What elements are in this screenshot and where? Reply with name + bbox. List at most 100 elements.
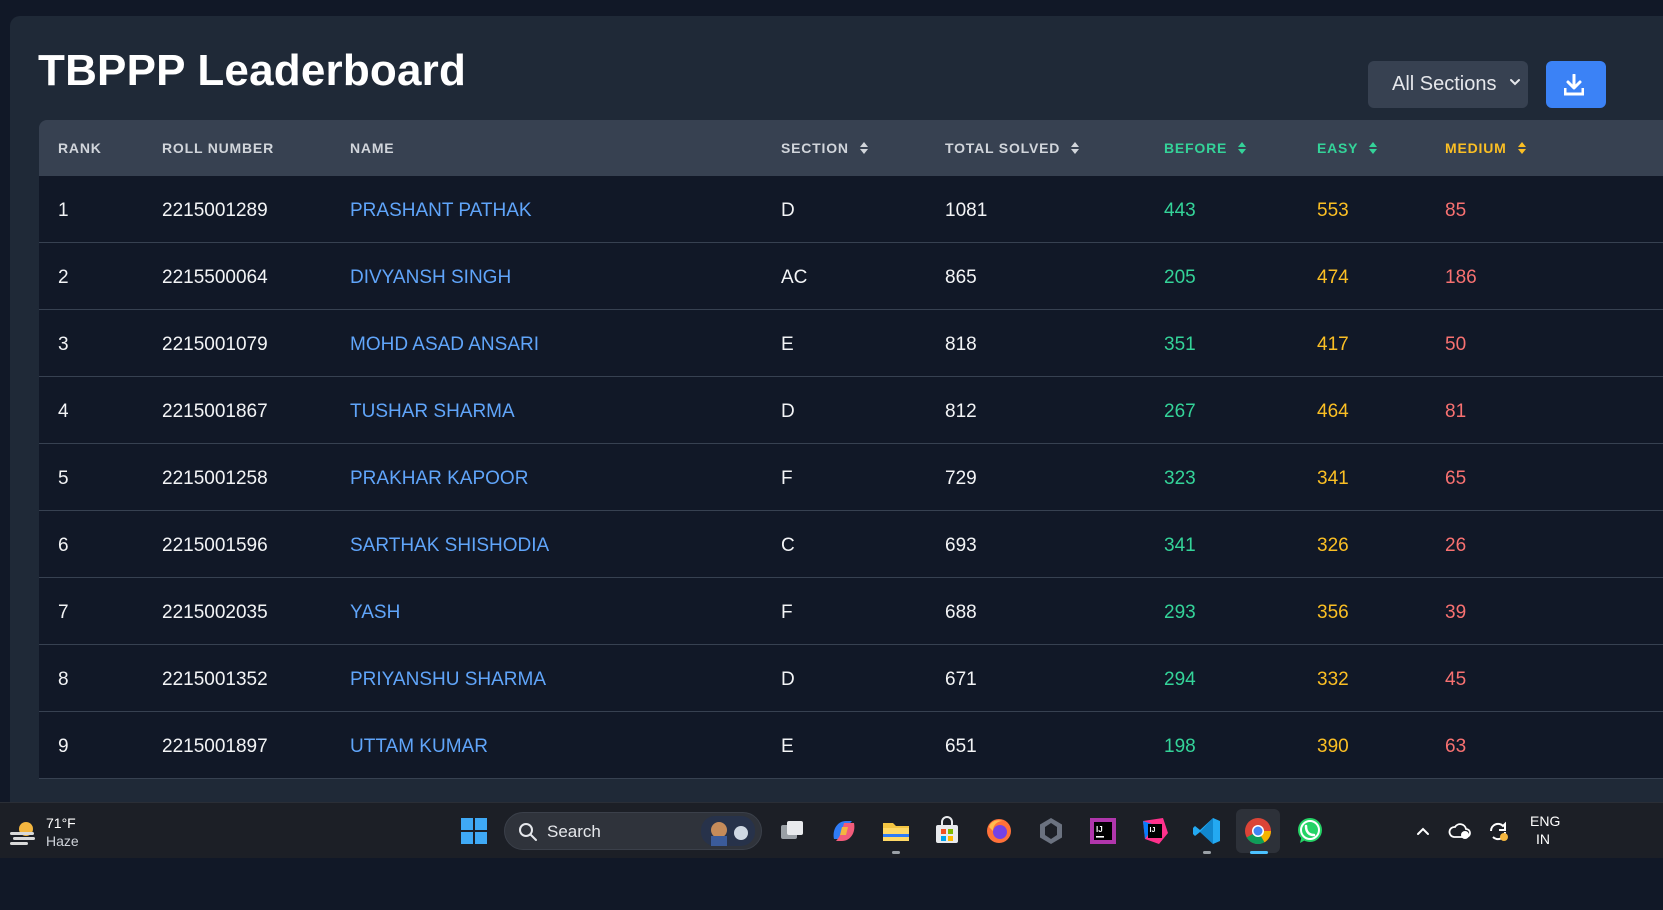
cell-rank: 8 bbox=[58, 669, 69, 690]
header-rank: RANK bbox=[58, 140, 102, 156]
header-easy[interactable]: EASY bbox=[1317, 140, 1378, 156]
student-name-link[interactable]: SARTHAK SHISHODIA bbox=[350, 535, 549, 557]
cell-rank: 7 bbox=[58, 602, 69, 623]
search-icon bbox=[519, 823, 537, 841]
open-app-indicator bbox=[892, 851, 900, 854]
vscode-icon[interactable] bbox=[1191, 815, 1223, 847]
cell-easy: 417 bbox=[1317, 334, 1349, 355]
student-name-link[interactable]: TUSHAR SHARMA bbox=[350, 401, 515, 423]
show-hidden-icons-chevron-icon[interactable] bbox=[1415, 823, 1431, 839]
download-button[interactable] bbox=[1546, 61, 1606, 108]
cell-total-solved: 651 bbox=[945, 736, 977, 757]
cell-section: F bbox=[781, 468, 793, 489]
cell-section: D bbox=[781, 200, 795, 221]
page-title: TBPPP Leaderboard bbox=[38, 46, 467, 95]
cell-roll-number: 2215001289 bbox=[162, 200, 268, 221]
section-filter-select[interactable]: All Sections bbox=[1368, 61, 1528, 108]
task-view-icon[interactable] bbox=[776, 815, 808, 847]
cell-total-solved: 729 bbox=[945, 468, 977, 489]
student-name-link[interactable]: DIVYANSH SINGH bbox=[350, 267, 511, 289]
table-row: 4 2215001867 TUSHAR SHARMA D 812 267 464 81 bbox=[39, 377, 1663, 444]
student-name-link[interactable]: PRIYANSHU SHARMA bbox=[350, 669, 546, 691]
sort-icon bbox=[859, 141, 868, 154]
cell-easy: 356 bbox=[1317, 602, 1349, 623]
cell-rank: 1 bbox=[58, 200, 69, 221]
sort-icon bbox=[1517, 141, 1526, 154]
cell-easy: 332 bbox=[1317, 669, 1349, 690]
cell-medium: 186 bbox=[1445, 267, 1477, 288]
cell-easy: 464 bbox=[1317, 401, 1349, 422]
cell-before: 294 bbox=[1164, 669, 1196, 690]
student-name-link[interactable]: UTTAM KUMAR bbox=[350, 736, 488, 758]
sort-icon bbox=[1238, 141, 1247, 154]
download-icon bbox=[1564, 74, 1584, 96]
sort-icon bbox=[1071, 141, 1080, 154]
unity-icon[interactable] bbox=[1035, 815, 1067, 847]
cell-total-solved: 688 bbox=[945, 602, 977, 623]
windows-start-icon[interactable] bbox=[458, 815, 490, 847]
active-app-indicator bbox=[1250, 851, 1268, 854]
cell-medium: 50 bbox=[1445, 334, 1467, 355]
firefox-icon[interactable] bbox=[983, 815, 1015, 847]
haze-weather-icon bbox=[10, 822, 35, 845]
weather-temperature: 71°F bbox=[46, 815, 76, 831]
taskbar-search-box[interactable]: Search bbox=[504, 812, 762, 850]
search-highlight-icon bbox=[701, 816, 755, 846]
table-row: 2 2215500064 DIVYANSH SINGH AC 865 205 474 186 bbox=[39, 243, 1663, 310]
header-section[interactable]: SECTION bbox=[781, 140, 869, 156]
cell-total-solved: 671 bbox=[945, 669, 977, 690]
search-label: Search bbox=[547, 822, 601, 841]
table-row: 8 2215001352 PRIYANSHU SHARMA D 671 294 332 45 bbox=[39, 645, 1663, 712]
cell-total-solved: 865 bbox=[945, 267, 977, 288]
language-code: ENG bbox=[1530, 813, 1561, 829]
cell-medium: 85 bbox=[1445, 200, 1467, 221]
cell-easy: 341 bbox=[1317, 468, 1349, 489]
table-row: 1 2215001289 PRASHANT PATHAK D 1081 443 553 85 bbox=[39, 176, 1663, 243]
cell-rank: 4 bbox=[58, 401, 69, 422]
cell-roll-number: 2215001079 bbox=[162, 334, 268, 355]
cell-rank: 9 bbox=[58, 736, 69, 757]
cell-section: AC bbox=[781, 267, 808, 288]
svg-text:IJ: IJ bbox=[1150, 827, 1156, 834]
header-medium[interactable]: MEDIUM bbox=[1445, 140, 1527, 156]
cell-easy: 553 bbox=[1317, 200, 1349, 221]
header-total-solved[interactable]: TOTAL SOLVED bbox=[945, 140, 1080, 156]
cell-total-solved: 818 bbox=[945, 334, 977, 355]
table-row: 6 2215001596 SARTHAK SHISHODIA C 693 341 326 26 bbox=[39, 511, 1663, 578]
table-row: 3 2215001079 MOHD ASAD ANSARI E 818 351 417 50 bbox=[39, 310, 1663, 377]
header-before[interactable]: BEFORE bbox=[1164, 140, 1247, 156]
cell-before: 443 bbox=[1164, 200, 1196, 221]
cell-easy: 474 bbox=[1317, 267, 1349, 288]
microsoft-store-icon[interactable] bbox=[931, 815, 963, 847]
intellij-idea-icon[interactable]: IJ bbox=[1087, 815, 1119, 847]
cell-medium: 26 bbox=[1445, 535, 1467, 556]
header-roll-number: ROLL NUMBER bbox=[162, 140, 274, 156]
cell-rank: 3 bbox=[58, 334, 69, 355]
cell-section: E bbox=[781, 334, 794, 355]
whatsapp-icon[interactable] bbox=[1294, 815, 1326, 847]
cell-rank: 5 bbox=[58, 468, 69, 489]
student-name-link[interactable]: MOHD ASAD ANSARI bbox=[350, 334, 539, 356]
student-name-link[interactable]: YASH bbox=[350, 602, 400, 624]
cell-roll-number: 2215002035 bbox=[162, 602, 268, 623]
student-name-link[interactable]: PRASHANT PATHAK bbox=[350, 200, 532, 222]
cell-before: 341 bbox=[1164, 535, 1196, 556]
jetbrains-toolbox-icon[interactable]: IJ bbox=[1139, 815, 1171, 847]
sync-icon[interactable] bbox=[1486, 819, 1510, 843]
onedrive-icon[interactable] bbox=[1448, 821, 1472, 841]
table-row: 5 2215001258 PRAKHAR KAPOOR F 729 323 341 65 bbox=[39, 444, 1663, 511]
student-name-link[interactable]: PRAKHAR KAPOOR bbox=[350, 468, 528, 490]
cell-medium: 63 bbox=[1445, 736, 1467, 757]
cell-total-solved: 1081 bbox=[945, 200, 988, 221]
language-indicator[interactable]: ENG IN bbox=[1530, 813, 1560, 847]
table-row: 7 2215002035 YASH F 688 293 356 39 bbox=[39, 578, 1663, 645]
screen-bottom-strip bbox=[0, 858, 1663, 910]
weather-condition: Haze bbox=[46, 833, 79, 849]
svg-text:IJ: IJ bbox=[1096, 825, 1103, 834]
header-name: NAME bbox=[350, 140, 395, 156]
cell-roll-number: 2215001258 bbox=[162, 468, 268, 489]
cell-easy: 326 bbox=[1317, 535, 1349, 556]
file-explorer-icon[interactable] bbox=[880, 815, 912, 847]
copilot-icon[interactable] bbox=[828, 815, 860, 847]
chrome-icon[interactable] bbox=[1236, 809, 1280, 853]
